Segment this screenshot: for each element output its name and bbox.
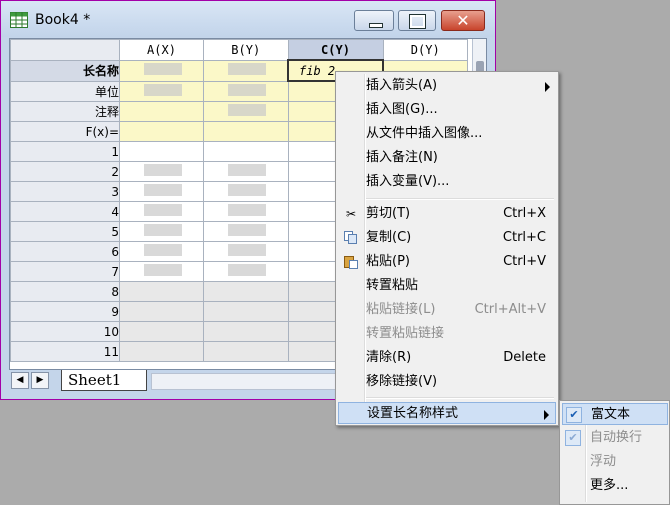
- menu-item-set-long-name-style[interactable]: 设置长名称样式: [338, 402, 556, 424]
- column-header-a[interactable]: A(X): [119, 39, 204, 61]
- cell[interactable]: [203, 181, 289, 202]
- column-header-c[interactable]: C(Y): [287, 39, 384, 61]
- horizontal-scrollbar[interactable]: [151, 373, 343, 390]
- cell[interactable]: [119, 321, 204, 342]
- cell[interactable]: [203, 121, 289, 142]
- cell[interactable]: [203, 341, 289, 362]
- cell[interactable]: [119, 201, 204, 222]
- workbook-icon: [10, 12, 28, 28]
- corner-cell[interactable]: [10, 39, 120, 61]
- submenu-item-word-wrap: ✔ 自动换行: [562, 427, 668, 449]
- paste-icon: [343, 255, 359, 269]
- copy-icon: [343, 231, 359, 245]
- checkmark-icon: ✔: [566, 407, 582, 423]
- row-header[interactable]: 11: [10, 341, 120, 362]
- menu-item-insert-image-from-file[interactable]: 从文件中插入图像...: [338, 123, 556, 145]
- row-header[interactable]: 9: [10, 301, 120, 322]
- cell[interactable]: [119, 59, 204, 82]
- close-icon: ✕: [456, 11, 470, 30]
- cell[interactable]: [119, 141, 204, 162]
- menu-item-insert-note[interactable]: 插入备注(N): [338, 147, 556, 169]
- context-menu: 插入箭头(A) 插入图(G)... 从文件中插入图像... 插入备注(N) 插入…: [335, 71, 559, 426]
- row-header[interactable]: 4: [10, 201, 120, 222]
- menu-item-clear[interactable]: 清除(R) Delete: [338, 347, 556, 369]
- submenu-item-more[interactable]: 更多...: [562, 475, 668, 497]
- row-header-units[interactable]: 单位: [10, 80, 120, 102]
- cell[interactable]: [119, 261, 204, 282]
- column-header-b[interactable]: B(Y): [203, 39, 289, 61]
- row-header[interactable]: 6: [10, 241, 120, 262]
- cell[interactable]: [119, 341, 204, 362]
- cell[interactable]: [203, 161, 289, 182]
- cell[interactable]: [203, 59, 289, 82]
- close-button[interactable]: ✕: [441, 10, 485, 31]
- maximize-button[interactable]: [398, 10, 436, 31]
- submenu-item-floating: 浮动: [590, 454, 617, 469]
- cell[interactable]: [203, 101, 289, 122]
- menu-separator: [366, 198, 554, 200]
- menu-item-transpose-paste[interactable]: 转置粘贴: [338, 275, 556, 297]
- menu-item-remove-link[interactable]: 移除链接(V): [338, 371, 556, 393]
- row-header-formula[interactable]: F(x)=: [10, 121, 120, 142]
- cell[interactable]: [119, 221, 204, 242]
- cell[interactable]: [119, 121, 204, 142]
- cell[interactable]: [203, 261, 289, 282]
- cell[interactable]: [203, 241, 289, 262]
- row-header-long-name[interactable]: 长名称: [10, 59, 120, 82]
- submenu-item-rich-text[interactable]: ✔ 富文本: [562, 403, 668, 425]
- submenu-arrow-icon: [545, 82, 550, 92]
- long-name-style-submenu: ✔ 富文本 ✔ 自动换行 浮动 更多...: [559, 400, 670, 505]
- tab-prev-icon[interactable]: ◀: [11, 372, 29, 389]
- menu-item-insert-graph[interactable]: 插入图(G)...: [338, 99, 556, 121]
- cell[interactable]: [119, 80, 204, 102]
- menu-item-paste[interactable]: 粘贴(P) Ctrl+V: [338, 251, 556, 273]
- cell[interactable]: [203, 80, 289, 102]
- cell[interactable]: [203, 301, 289, 322]
- cell[interactable]: [119, 181, 204, 202]
- row-header[interactable]: 3: [10, 181, 120, 202]
- menu-item-insert-variable[interactable]: 插入变量(V)...: [338, 171, 556, 193]
- cell[interactable]: [203, 281, 289, 302]
- row-header-comments[interactable]: 注释: [10, 101, 120, 122]
- row-header[interactable]: 7: [10, 261, 120, 282]
- tab-next-icon[interactable]: ▶: [31, 372, 49, 389]
- window-title: Book4 *: [35, 12, 91, 28]
- row-header[interactable]: 10: [10, 321, 120, 342]
- menu-separator: [366, 397, 554, 399]
- cell[interactable]: [119, 301, 204, 322]
- row-header[interactable]: 2: [10, 161, 120, 182]
- minimize-button[interactable]: [354, 10, 394, 31]
- cell[interactable]: [203, 321, 289, 342]
- row-header[interactable]: 8: [10, 281, 120, 302]
- column-header-d[interactable]: D(Y): [382, 39, 468, 61]
- menu-item-insert-arrow[interactable]: 插入箭头(A): [338, 75, 556, 97]
- cell[interactable]: [203, 201, 289, 222]
- title-bar[interactable]: Book4 * ✕: [1, 1, 495, 37]
- row-header[interactable]: 1: [10, 141, 120, 162]
- submenu-arrow-icon: [544, 410, 549, 420]
- cell[interactable]: [203, 221, 289, 242]
- cell[interactable]: [203, 141, 289, 162]
- menu-item-paste-link: 粘贴链接(L) Ctrl+Alt+V: [366, 302, 546, 317]
- checkmark-icon: ✔: [565, 430, 581, 446]
- cell[interactable]: [119, 161, 204, 182]
- menu-item-copy[interactable]: 复制(C) Ctrl+C: [338, 227, 556, 249]
- menu-item-transpose-paste-link: 转置粘贴链接: [366, 326, 445, 341]
- cell[interactable]: [119, 241, 204, 262]
- menu-item-cut[interactable]: ✂ 剪切(T) Ctrl+X: [338, 203, 556, 225]
- cell[interactable]: [119, 281, 204, 302]
- cell[interactable]: [119, 101, 204, 122]
- scissors-icon: ✂: [345, 207, 357, 221]
- tab-sheet1[interactable]: Sheet1: [61, 370, 147, 391]
- row-header[interactable]: 5: [10, 221, 120, 242]
